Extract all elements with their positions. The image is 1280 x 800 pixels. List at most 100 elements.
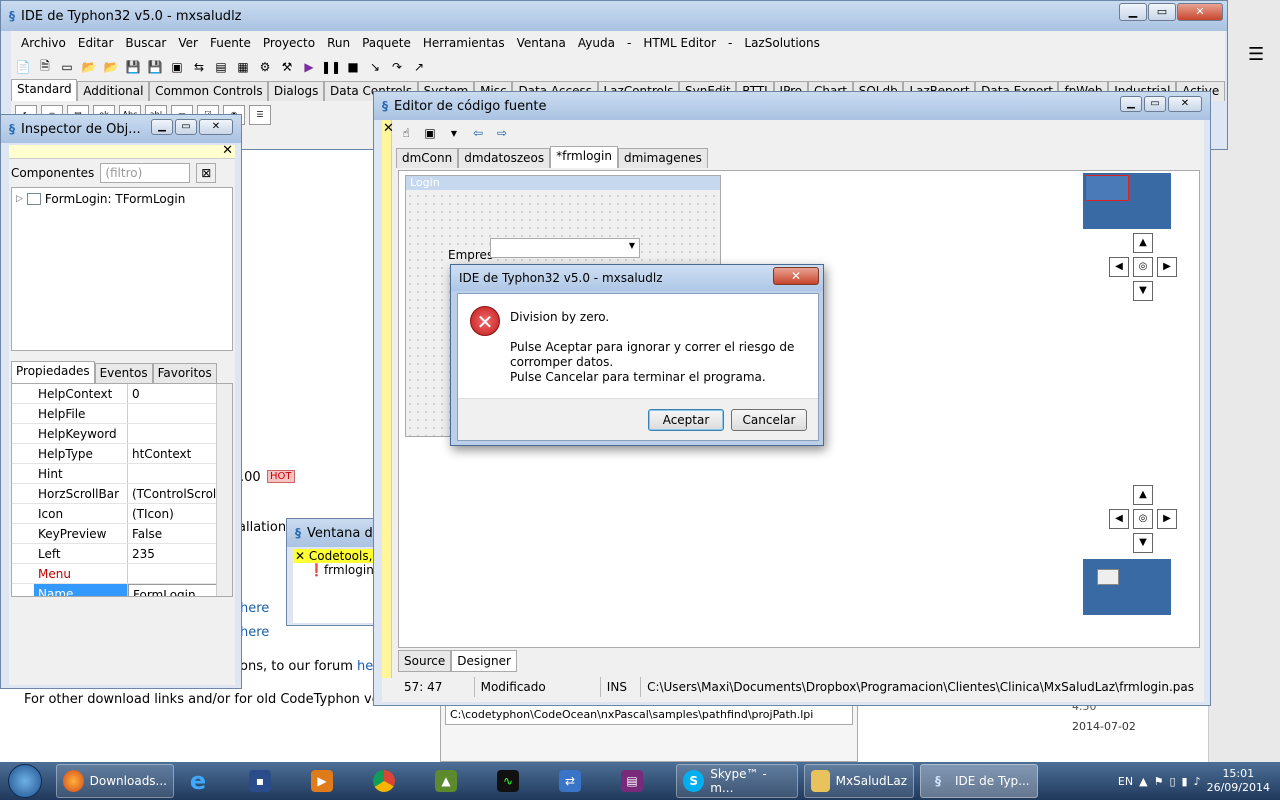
menu-herramientas[interactable]: Herramientas <box>417 36 511 50</box>
dialog-titlebar[interactable]: IDE de Typhon32 v5.0 - mxsaludlz ✕ <box>451 265 823 291</box>
project-path[interactable]: C:\codetyphon\CodeOcean\nxPascal\samples… <box>445 705 853 725</box>
tab-dmimagenes[interactable]: dmimagenes <box>617 148 708 168</box>
arrow-up-icon[interactable]: ▲ <box>1133 233 1153 253</box>
property-row[interactable]: HelpType htContext <box>12 444 232 464</box>
close-icon[interactable]: ✕ <box>383 121 394 136</box>
menu-ayuda[interactable]: Ayuda <box>572 36 621 50</box>
ide-titlebar[interactable]: § IDE de Typhon32 v5.0 - mxsaludlz ▁ ▭ ✕ <box>1 1 1227 31</box>
stop-icon[interactable]: ■ <box>343 57 363 77</box>
arrow-right-icon[interactable]: ▶ <box>1157 509 1177 529</box>
close-button[interactable]: ✕ <box>773 267 819 285</box>
here-link[interactable]: here <box>240 625 269 640</box>
close-button[interactable]: ✕ <box>1168 96 1202 112</box>
menu-lazsolutions[interactable]: LazSolutions <box>738 36 825 50</box>
property-row[interactable]: HorzScrollBar (TControlScrol <box>12 484 232 504</box>
chevron-down-icon[interactable]: ▼ <box>444 123 464 143</box>
forward-arrow-icon[interactable]: ⇨ <box>492 123 512 143</box>
tab-frmlogin[interactable]: *frmlogin <box>550 146 618 168</box>
tab-dialogs[interactable]: Dialogs <box>267 81 325 101</box>
menu-proyecto[interactable]: Proyecto <box>257 36 321 50</box>
open-recent-icon[interactable]: 📂 <box>101 57 121 77</box>
tab-designer[interactable]: Designer <box>451 650 517 672</box>
tab-standard[interactable]: Standard <box>11 79 78 101</box>
tab-dmdatoszeos[interactable]: dmdatoszeos <box>458 148 551 168</box>
maximize-button[interactable]: ▭ <box>1148 3 1176 21</box>
form-select-icon[interactable]: ▣ <box>420 123 440 143</box>
save-all-icon[interactable]: 💾 <box>145 57 165 77</box>
inspector-titlebar[interactable]: § Inspector de Obj... ▁ ▭ ✕ <box>1 115 241 143</box>
arrow-down-icon[interactable]: ▼ <box>1133 281 1153 301</box>
close-icon[interactable]: ✕ <box>222 143 233 158</box>
minimize-button[interactable]: ▁ <box>1120 96 1142 112</box>
arrow-left-icon[interactable]: ◀ <box>1109 257 1129 277</box>
property-scrollbar[interactable] <box>216 384 232 596</box>
property-row[interactable]: KeyPreview False <box>12 524 232 544</box>
editor-titlebar[interactable]: § Editor de código fuente ▁ ▭ ✕ <box>374 92 1210 120</box>
open-icon[interactable]: 📂 <box>79 57 99 77</box>
menu-paquete[interactable]: Paquete <box>356 36 417 50</box>
taskbar-item-skype[interactable]: S Skype™ - m... <box>676 764 798 798</box>
minimize-button[interactable]: ▁ <box>151 119 173 135</box>
menu-html-editor[interactable]: HTML Editor <box>637 36 722 50</box>
taskbar-pin-monitor[interactable]: ∿ <box>490 764 546 798</box>
taskbar-pin-media[interactable]: ▶ <box>304 764 360 798</box>
property-row[interactable]: Left 235 <box>12 544 232 564</box>
arrow-right-icon[interactable]: ▶ <box>1157 257 1177 277</box>
arrow-up-icon[interactable]: ▲ <box>1133 485 1153 505</box>
new-file-icon[interactable]: 📄 <box>13 57 33 77</box>
save-icon[interactable]: 💾 <box>123 57 143 77</box>
menu-fuente[interactable]: Fuente <box>204 36 257 50</box>
run-icon[interactable]: ▶ <box>299 57 319 77</box>
menu-run[interactable]: Run <box>321 36 356 50</box>
language-indicator[interactable]: EN <box>1118 775 1133 788</box>
form-preview-box[interactable] <box>1083 173 1171 229</box>
minimize-button[interactable]: ▁ <box>1119 3 1147 21</box>
property-row[interactable]: Icon (TIcon) <box>12 504 232 524</box>
tab-source[interactable]: Source <box>398 650 452 672</box>
property-row[interactable]: Hint <box>12 464 232 484</box>
aceptar-button[interactable]: Aceptar <box>648 409 724 431</box>
property-row[interactable]: HelpKeyword <box>12 424 232 444</box>
taskbar-item-firefox[interactable]: Downloads... <box>56 764 174 798</box>
menu-buscar[interactable]: Buscar <box>119 36 172 50</box>
menu-icon[interactable]: ☰ <box>1248 44 1264 65</box>
empresa-combo[interactable]: ▼ <box>490 238 640 258</box>
maximize-button[interactable]: ▭ <box>175 119 197 135</box>
flag-icon[interactable]: ⚑ <box>1154 775 1164 788</box>
menu-ver[interactable]: Ver <box>172 36 204 50</box>
taskbar-pin-ie[interactable]: e <box>180 764 236 798</box>
taskbar-pin-network[interactable]: ⇄ <box>552 764 608 798</box>
close-file-icon[interactable]: ▣ <box>167 57 187 77</box>
property-row[interactable]: HelpContext 0 <box>12 384 232 404</box>
tree-item[interactable]: ▷ FormLogin: TFormLogin <box>16 192 228 206</box>
clock[interactable]: 15:01 26/09/2014 <box>1207 767 1270 795</box>
property-row[interactable]: Menu <box>12 564 232 584</box>
menu-archivo[interactable]: Archivo <box>15 36 72 50</box>
network-tray-icon[interactable]: ▮ <box>1182 775 1188 788</box>
close-icon[interactable]: ✕ <box>295 549 305 563</box>
tab-eventos[interactable]: Eventos <box>94 363 153 383</box>
step-over-icon[interactable]: ↷ <box>387 57 407 77</box>
tab-favoritos[interactable]: Favoritos <box>152 363 217 383</box>
taskbar-pin-winrar[interactable]: ▤ <box>614 764 670 798</box>
cancelar-button[interactable]: Cancelar <box>731 409 807 431</box>
menu-editar[interactable]: Editar <box>72 36 120 50</box>
components-filter-input[interactable]: (filtro) <box>100 163 191 183</box>
start-button[interactable] <box>0 762 50 800</box>
step-out-icon[interactable]: ↗ <box>409 57 429 77</box>
tray-expand-icon[interactable]: ▲ <box>1139 775 1147 788</box>
here-link[interactable]: here <box>240 601 269 616</box>
taskbar-item-folder[interactable]: MxSaludLaz <box>804 764 914 798</box>
tab-additional[interactable]: Additional <box>77 81 150 101</box>
tab-common-controls[interactable]: Common Controls <box>149 81 268 101</box>
property-row[interactable]: HelpFile <box>12 404 232 424</box>
center-icon[interactable]: ◎ <box>1133 257 1153 277</box>
new-form-icon[interactable]: 🗎 <box>35 57 55 77</box>
listbox-component-icon[interactable]: ☰ <box>249 105 271 125</box>
view-units-icon[interactable]: ▤ <box>211 57 231 77</box>
hand-icon[interactable]: ☝ <box>396 123 416 143</box>
filter-icon[interactable]: ⊠ <box>196 163 217 183</box>
view-forms-icon[interactable]: ▦ <box>233 57 253 77</box>
property-row-selected[interactable]: Name FormLogin <box>12 584 232 596</box>
arrow-down-icon[interactable]: ▼ <box>1133 533 1153 553</box>
